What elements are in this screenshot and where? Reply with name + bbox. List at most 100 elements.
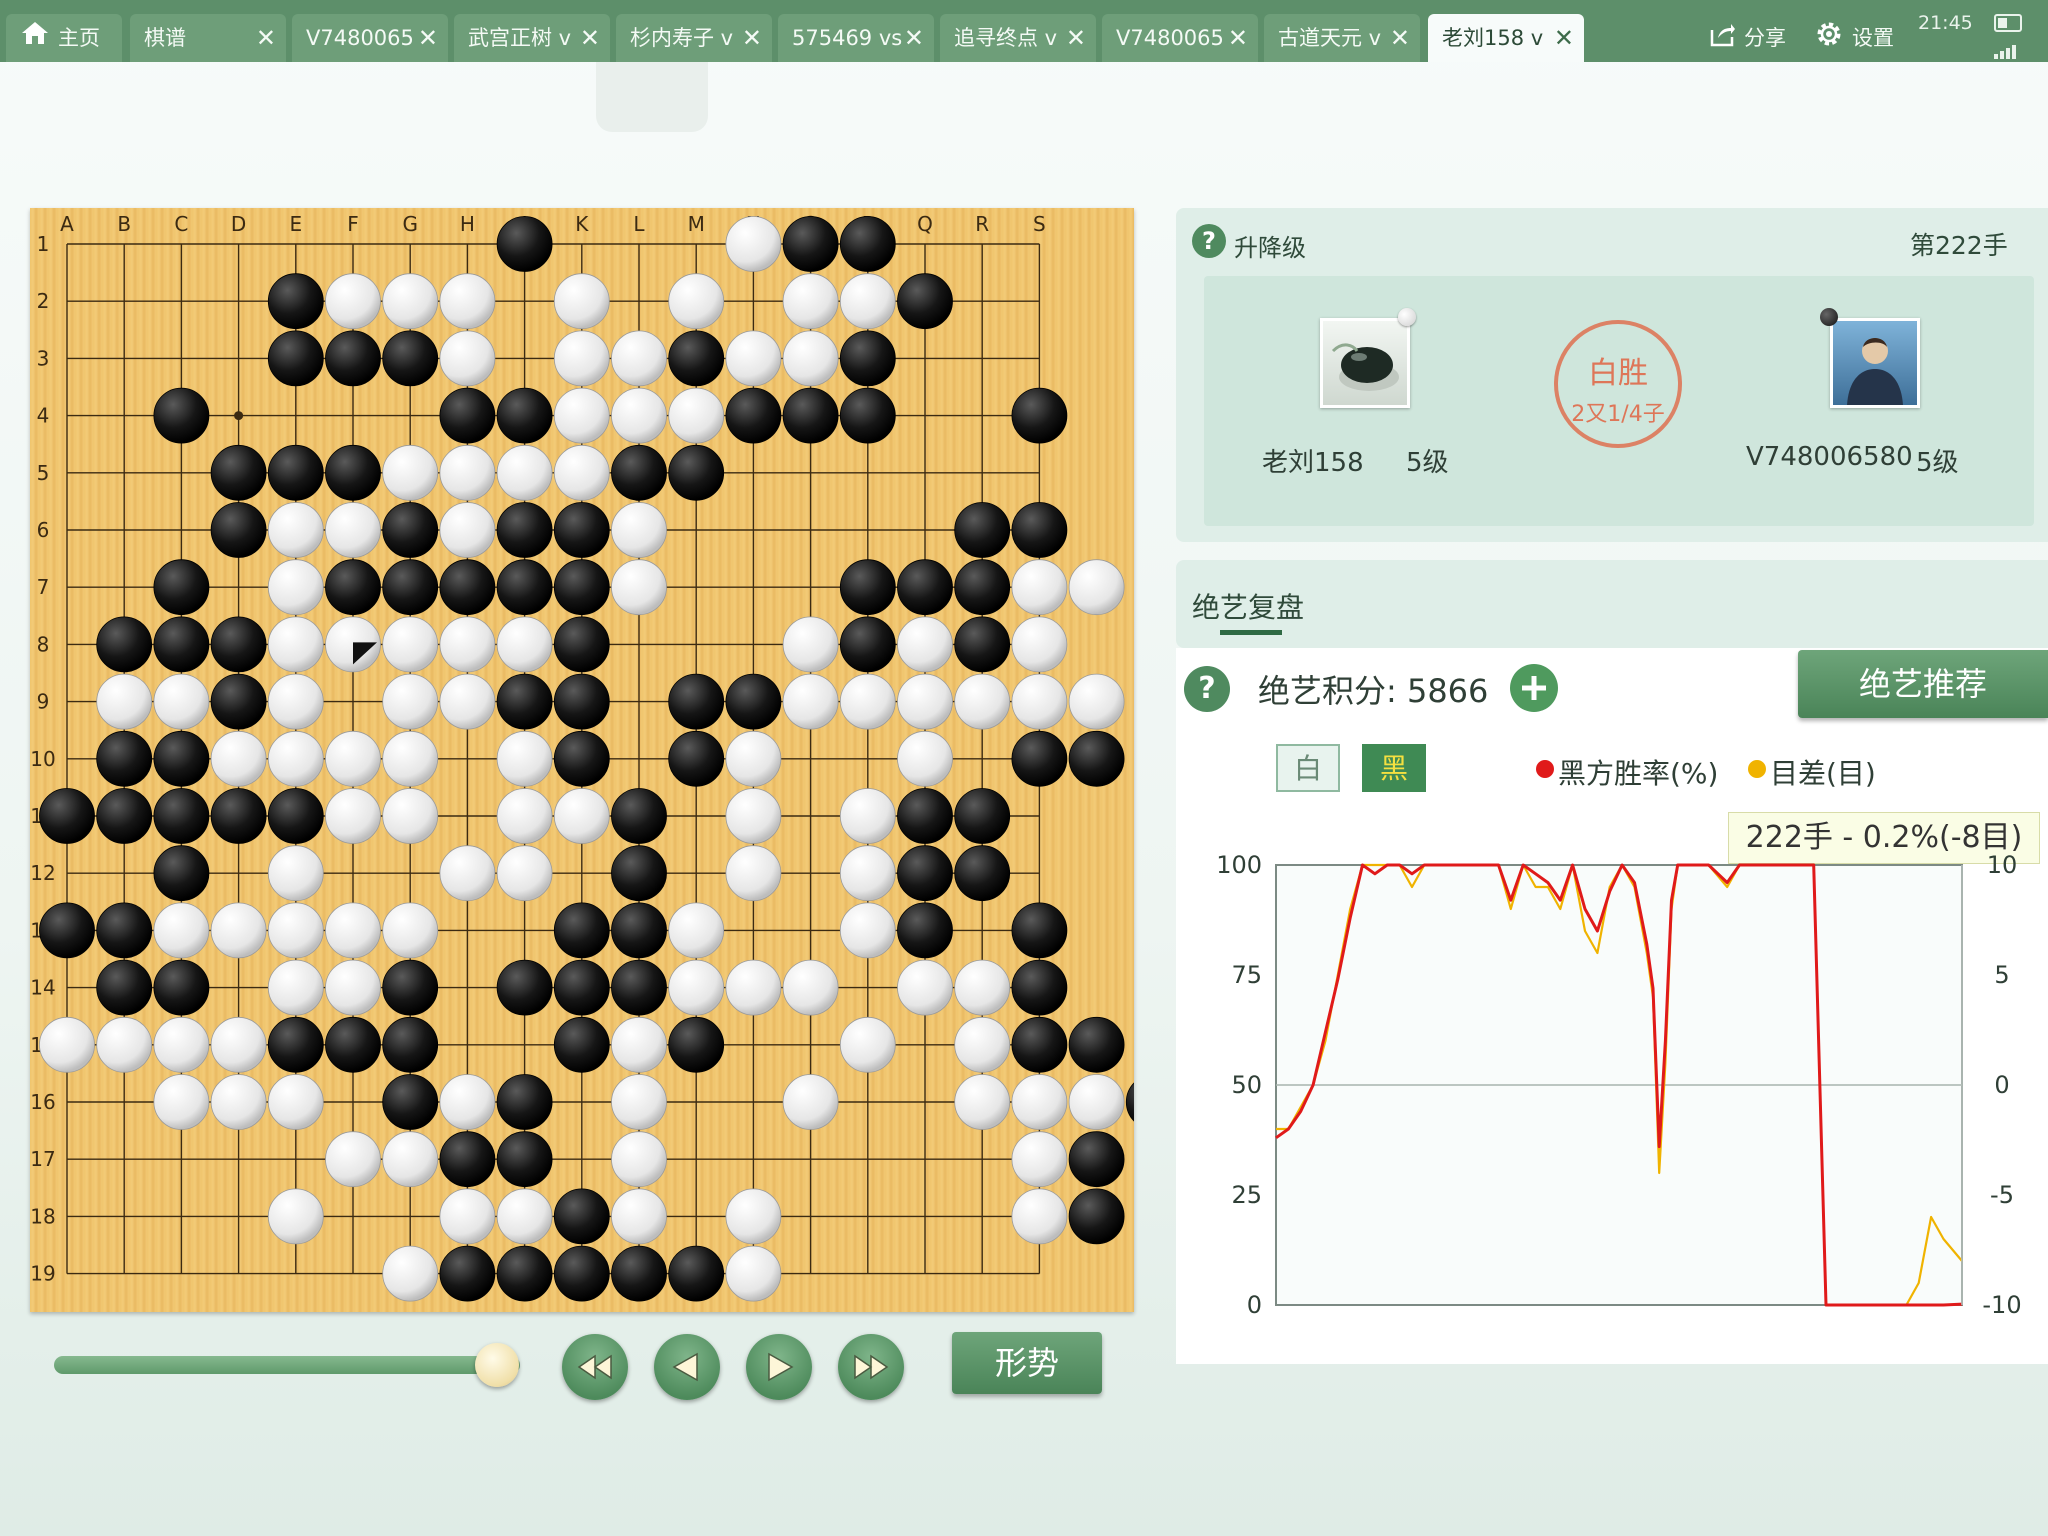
help-icon[interactable]: ?	[1192, 224, 1226, 258]
white-stone	[725, 845, 782, 902]
tab-game[interactable]: 575469 vs ✕	[778, 14, 934, 62]
black-player-avatar[interactable]	[1830, 318, 1920, 408]
step-forward-icon	[768, 1352, 794, 1382]
white-stone	[954, 1016, 1011, 1073]
white-stone	[1011, 559, 1068, 616]
settings-button[interactable]: 设置	[1814, 0, 1900, 62]
black-stone	[1011, 387, 1068, 444]
signal-icon	[1994, 40, 2018, 59]
white-stone	[96, 1016, 153, 1073]
tab-game[interactable]: V7480065 ✕	[1102, 14, 1258, 62]
y-left-tick-label: 0	[1247, 1291, 1262, 1319]
black-stone	[897, 845, 953, 902]
white-stone	[1011, 1074, 1068, 1130]
tab-ai-review[interactable]: 绝艺复盘	[1192, 586, 1304, 626]
close-icon[interactable]: ✕	[742, 14, 762, 62]
tab-game[interactable]: 武宫正树 v ✕	[454, 14, 610, 62]
y-right-tick-label: 5	[1994, 961, 2009, 989]
move-slider[interactable]	[54, 1356, 520, 1374]
close-icon[interactable]: ✕	[1390, 14, 1410, 62]
white-stone	[267, 559, 324, 616]
white-stone	[725, 1188, 782, 1245]
winrate-chart[interactable]: 10075502501050-5-10	[1200, 850, 2040, 1330]
white-player-avatar[interactable]	[1320, 318, 1410, 408]
shape-analysis-button[interactable]: 形势	[952, 1332, 1102, 1394]
tab-game-active[interactable]: 老刘158 v ✕	[1428, 14, 1584, 62]
black-stone	[1011, 1016, 1068, 1073]
last-move-button[interactable]	[838, 1334, 904, 1400]
black-stone	[782, 387, 839, 444]
white-stone-indicator	[1398, 308, 1416, 326]
black-stone	[267, 330, 324, 387]
black-stone	[725, 387, 782, 444]
share-button[interactable]: 分享	[1708, 0, 1790, 62]
white-stone	[611, 1188, 667, 1245]
column-label: H	[460, 212, 475, 236]
toggle-black[interactable]: 黑	[1362, 744, 1426, 792]
ai-points-label: 绝艺积分: 5866	[1258, 672, 1489, 710]
tab-label: 575469 vs	[792, 26, 903, 50]
black-stone	[1011, 959, 1068, 1016]
white-stone	[439, 273, 496, 330]
add-points-button[interactable]	[1510, 664, 1558, 712]
tab-drag-handle	[596, 62, 708, 132]
white-stone	[382, 788, 439, 844]
black-stone	[210, 616, 267, 673]
column-label: D	[231, 212, 246, 236]
column-label: G	[402, 212, 418, 236]
black-stone	[96, 788, 153, 844]
tab-game[interactable]: 杉内寿子 v ✕	[616, 14, 772, 62]
black-stone	[553, 959, 610, 1016]
close-icon[interactable]: ✕	[1066, 14, 1086, 62]
close-icon[interactable]: ✕	[1228, 14, 1248, 62]
close-icon[interactable]: ✕	[1554, 14, 1574, 62]
close-icon[interactable]: ✕	[418, 14, 438, 62]
white-stone	[382, 616, 439, 673]
next-move-button[interactable]	[746, 1334, 812, 1400]
tab-game[interactable]: 追寻终点 v ✕	[940, 14, 1096, 62]
black-stone	[439, 387, 496, 444]
move-slider-handle[interactable]	[474, 1343, 519, 1387]
white-stone	[382, 673, 439, 730]
white-stone	[782, 273, 839, 330]
row-label: 12	[30, 861, 55, 885]
white-stone	[439, 502, 496, 558]
tab-label: V7480065	[1116, 26, 1224, 50]
white-stone	[439, 616, 496, 673]
close-icon[interactable]: ✕	[904, 14, 924, 62]
white-stone	[382, 902, 439, 959]
tab-game[interactable]: V7480065 ✕	[292, 14, 448, 62]
white-stone	[611, 559, 667, 616]
column-label: E	[289, 212, 302, 236]
black-stone	[1125, 1082, 1134, 1122]
black-stone	[153, 959, 210, 1016]
tab-home[interactable]: 主页	[6, 14, 122, 62]
gear-icon	[1817, 22, 1841, 46]
previous-move-button[interactable]	[654, 1334, 720, 1400]
close-icon[interactable]: ✕	[256, 14, 276, 62]
help-icon[interactable]: ?	[1184, 666, 1230, 712]
tab-game-record[interactable]: 棋谱 ✕	[130, 14, 286, 62]
ai-recommend-button[interactable]: 绝艺推荐	[1798, 650, 2048, 718]
black-stone	[782, 216, 839, 272]
close-icon[interactable]: ✕	[580, 14, 600, 62]
black-stone	[725, 673, 782, 730]
black-stone	[897, 559, 953, 616]
status-time: 21:45	[1918, 12, 1973, 34]
black-stone	[839, 387, 896, 444]
toggle-white[interactable]: 白	[1276, 744, 1340, 792]
black-stone	[668, 1016, 725, 1073]
black-stone	[1011, 902, 1068, 959]
tab-game[interactable]: 古道天元 v ✕	[1264, 14, 1420, 62]
white-stone	[839, 273, 896, 330]
black-stone	[325, 444, 381, 501]
white-stone	[611, 387, 667, 444]
board-grid[interactable]: ABCDEFGHJKLMNOPQRS1234567891011121314151…	[30, 208, 1134, 1312]
first-move-button[interactable]	[562, 1334, 628, 1400]
row-label: 7	[37, 575, 50, 599]
y-left-tick-label: 75	[1231, 961, 1262, 989]
tab-label: 主页	[58, 26, 100, 50]
white-stone	[1011, 1188, 1068, 1245]
white-stone	[553, 387, 610, 444]
go-board[interactable]: ABCDEFGHJKLMNOPQRS1234567891011121314151…	[30, 208, 1134, 1312]
